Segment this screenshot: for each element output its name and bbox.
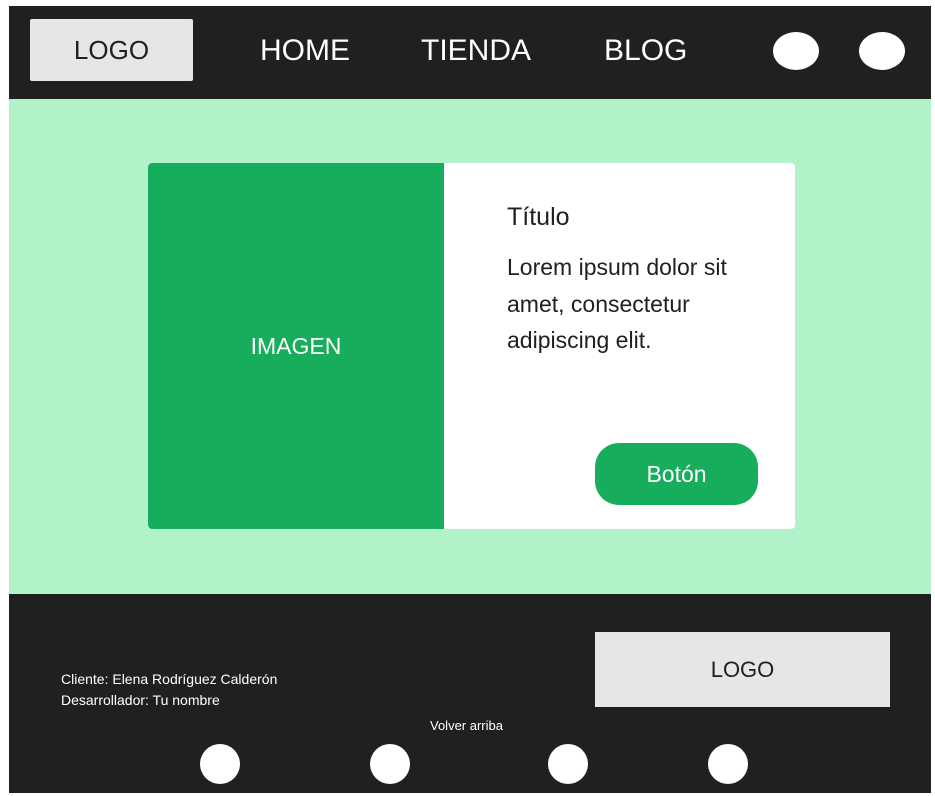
footer-circle-icon-1[interactable] [200, 744, 240, 784]
header-circle-icon-2[interactable] [859, 32, 905, 70]
card-image-placeholder: IMAGEN [148, 163, 444, 529]
footer-logo[interactable]: LOGO [595, 632, 890, 707]
footer-circle-icon-2[interactable] [370, 744, 410, 784]
footer-circle-icon-4[interactable] [708, 744, 748, 784]
header-circle-icon-1[interactable] [773, 32, 819, 70]
card-text: Lorem ipsum dolor sit amet, consectetur … [507, 254, 727, 353]
nav-link-tienda[interactable]: TIENDA [421, 34, 531, 68]
nav-link-home[interactable]: HOME [260, 34, 350, 68]
footer-client: Cliente: Elena Rodríguez Calderón [61, 671, 278, 687]
page-frame: LOGO HOME TIENDA BLOG IMAGEN Título Lore… [9, 6, 931, 793]
footer-circle-icon-3[interactable] [548, 744, 588, 784]
header-logo[interactable]: LOGO [30, 19, 193, 81]
back-to-top-link[interactable]: Volver arriba [430, 718, 503, 733]
footer-developer: Desarrollador: Tu nombre [61, 692, 220, 708]
card-title: Título [507, 203, 570, 231]
site-header: LOGO HOME TIENDA BLOG [9, 6, 931, 99]
content-card: IMAGEN Título Lorem ipsum dolor sit amet… [148, 163, 795, 529]
footer-info: Cliente: Elena Rodríguez Calderón Desarr… [61, 669, 277, 711]
card-button[interactable]: Botón [595, 443, 758, 505]
hero-section: IMAGEN Título Lorem ipsum dolor sit amet… [9, 99, 931, 594]
nav-link-blog[interactable]: BLOG [604, 34, 687, 68]
site-footer: Cliente: Elena Rodríguez Calderón Desarr… [9, 594, 931, 793]
